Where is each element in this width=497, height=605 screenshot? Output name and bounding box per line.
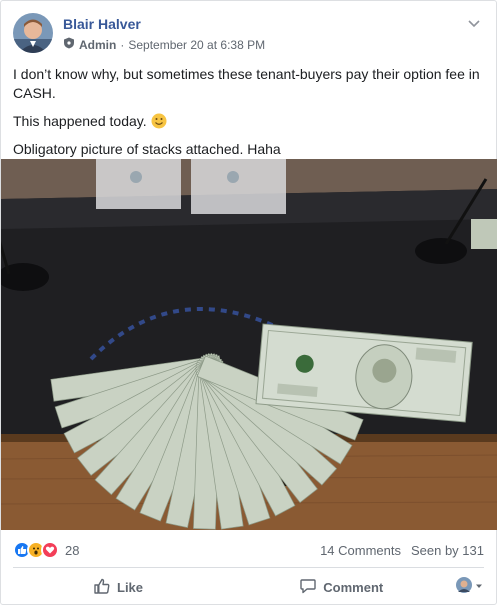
post-card: Blair Halver Admin · September 20 at 6:3… [0, 0, 497, 605]
post-text-line-2: This happened today. [13, 112, 483, 131]
shield-icon [63, 37, 75, 52]
comment-label: Comment [323, 579, 384, 595]
post-meta: Admin · September 20 at 6:38 PM [63, 37, 265, 52]
actions-divider [13, 567, 484, 568]
author-name[interactable]: Blair Halver [63, 16, 141, 32]
chevron-down-icon[interactable] [466, 15, 482, 31]
post-text-line-1: I don’t know why, but sometimes these te… [13, 66, 480, 101]
thumbs-up-icon [93, 577, 111, 598]
comment-button[interactable]: Comment [259, 577, 425, 598]
author-avatar[interactable] [13, 13, 53, 53]
seen-count[interactable]: Seen by 131 [411, 543, 484, 558]
post-header: Blair Halver Admin · September 20 at 6:3… [13, 13, 484, 57]
post-stats: 28 14 Comments Seen by 131 [13, 539, 484, 561]
caret-down-icon [474, 578, 484, 596]
post-photo[interactable] [1, 159, 497, 530]
comment-count[interactable]: 14 Comments [320, 543, 401, 558]
like-button[interactable]: Like [13, 577, 259, 598]
post-text-line-2-text: This happened today. [13, 113, 147, 129]
post-actions: Like Comment [13, 571, 484, 603]
smile-emoji-icon [151, 113, 167, 129]
meta-separator: · [120, 37, 125, 52]
viewer-avatar [456, 576, 472, 598]
love-icon [41, 541, 59, 559]
comment-bubble-icon [299, 577, 317, 598]
post-timestamp[interactable]: September 20 at 6:38 PM [128, 38, 265, 52]
role-badge: Admin [79, 37, 117, 52]
share-as-selector[interactable] [424, 576, 484, 598]
post-body: I don’t know why, but sometimes these te… [13, 65, 483, 168]
reactions-summary[interactable] [13, 541, 59, 559]
like-label: Like [117, 579, 144, 595]
post-text-line-3: Obligatory picture of stacks attached. H… [13, 141, 281, 157]
reaction-count[interactable]: 28 [65, 543, 79, 558]
